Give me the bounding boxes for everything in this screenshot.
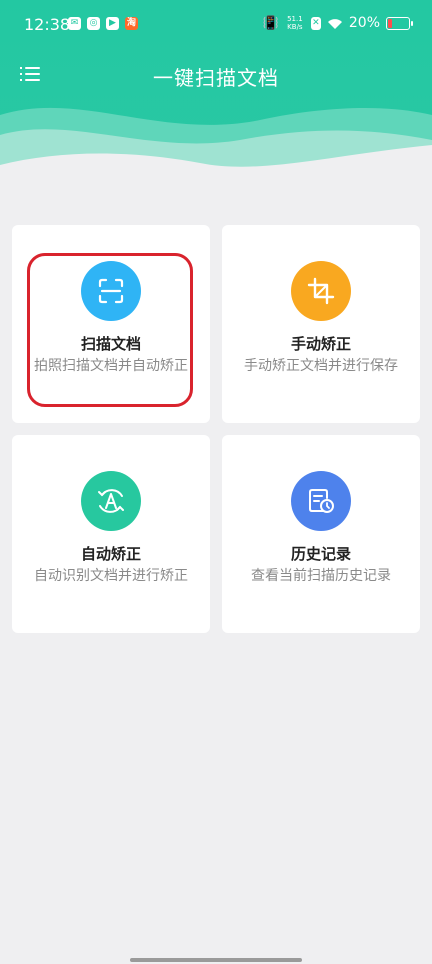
system-icons: 📳 51.1 KB/s ✕ 20%	[262, 15, 413, 31]
mail-icon: ✉	[68, 17, 81, 30]
card-description: 查看当前扫描历史记录	[251, 568, 391, 584]
wave-decoration	[0, 107, 432, 190]
play-icon: ▶	[106, 17, 119, 30]
store-icon: 淘	[125, 17, 138, 30]
sim-icon: ✕	[310, 16, 321, 30]
title-bar: 一键扫描文档	[0, 52, 432, 96]
crop-icon	[291, 261, 351, 321]
home-indicator[interactable]	[130, 958, 302, 962]
card-label: 自动矫正	[80, 545, 141, 563]
header-banner: 12:38 ✉ ◎ ▶ 淘 📳 51.1 KB/s ✕ 20% 一键扫描文档	[0, 0, 432, 190]
card-description: 自动识别文档并进行矫正	[34, 568, 188, 584]
app-icon: ◎	[87, 17, 100, 30]
highlight-annotation	[27, 253, 193, 407]
notification-icons: ✉ ◎ ▶ 淘	[68, 17, 138, 30]
auto-rotate-icon	[81, 471, 141, 531]
card-label: 历史记录	[290, 545, 351, 563]
card-label: 手动矫正	[290, 335, 351, 353]
auto-correction-card[interactable]: 自动矫正 自动识别文档并进行矫正	[12, 435, 210, 633]
history-card[interactable]: 历史记录 查看当前扫描历史记录	[222, 435, 420, 633]
manual-correction-card[interactable]: 手动矫正 手动矫正文档并进行保存	[222, 225, 420, 423]
battery-percent: 20%	[348, 15, 380, 31]
network-speed: 51.1 KB/s	[287, 15, 303, 31]
history-icon	[291, 471, 351, 531]
page-title: 一键扫描文档	[153, 66, 279, 90]
status-time: 12:38	[24, 15, 71, 34]
wifi-icon	[327, 18, 342, 29]
status-bar: 12:38 ✉ ◎ ▶ 淘 📳 51.1 KB/s ✕ 20%	[0, 0, 432, 52]
battery-icon	[386, 16, 413, 30]
card-description: 手动矫正文档并进行保存	[244, 358, 398, 374]
vibrate-icon: 📳	[262, 15, 279, 31]
